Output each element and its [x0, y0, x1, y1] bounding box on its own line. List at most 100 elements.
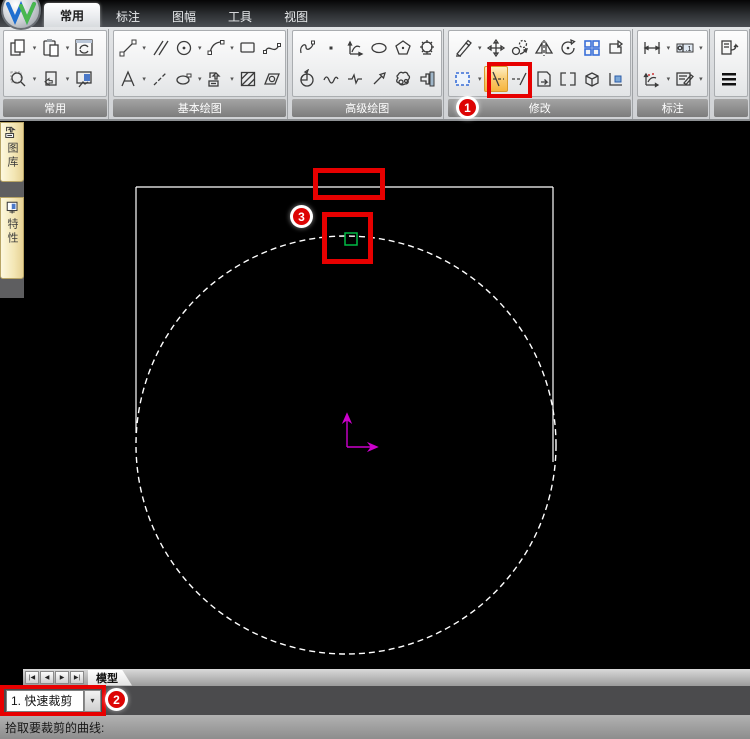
ribbon-tab-bar: 常用 标注 图幅 工具 视图 — [0, 0, 750, 30]
line-icon[interactable] — [116, 35, 139, 61]
chevron-down-icon[interactable]: ▾ — [30, 75, 39, 83]
highlight-box-rect-edge — [313, 168, 385, 200]
chevron-down-icon[interactable]: ▾ — [195, 75, 204, 83]
next-sheet-button[interactable]: ▶ — [55, 671, 69, 684]
shift-icon[interactable] — [532, 66, 556, 92]
group-partial — [713, 29, 750, 119]
polygon-icon[interactable] — [391, 35, 415, 61]
circle-icon[interactable] — [172, 35, 195, 61]
drawing-canvas[interactable]: 3 — [0, 121, 750, 670]
drawing-geometry — [135, 186, 557, 655]
hole-icon[interactable] — [415, 66, 439, 92]
curve-icon[interactable] — [295, 35, 319, 61]
command-prompt-text: 拾取要裁剪的曲线: — [5, 720, 105, 735]
prev-sheet-button[interactable]: ◀ — [40, 671, 54, 684]
line-width-icon[interactable] — [717, 66, 741, 92]
arc-icon[interactable] — [204, 35, 227, 61]
rotate-icon[interactable] — [556, 35, 580, 61]
chevron-down-icon[interactable]: ▾ — [140, 44, 149, 52]
pan-icon[interactable] — [39, 66, 63, 92]
section-icon[interactable] — [260, 66, 283, 92]
sidebar-tab-properties-label: 特性 — [6, 218, 18, 246]
chevron-down-icon[interactable]: ▾ — [228, 75, 237, 83]
point-icon[interactable] — [319, 35, 343, 61]
sheet-tab-bar: |◀ ◀ ▶ ▶| 模型 — [0, 669, 750, 686]
explode-icon[interactable] — [580, 66, 604, 92]
coordinate-icon[interactable] — [640, 66, 664, 92]
chevron-down-icon[interactable]: ▾ — [63, 44, 72, 52]
chevron-down-icon[interactable]: ▾ — [228, 44, 237, 52]
group-label-common: 常用 — [3, 99, 108, 117]
model-space-tab[interactable]: 模型 — [88, 670, 132, 686]
block-icon[interactable] — [204, 66, 227, 92]
doc-settings-icon[interactable] — [717, 35, 741, 61]
spline-icon[interactable] — [260, 35, 283, 61]
local-enlarge-icon[interactable] — [295, 66, 319, 92]
chevron-down-icon[interactable]: ▾ — [475, 75, 484, 83]
tab-view[interactable]: 视图 — [268, 5, 324, 27]
hatch-icon[interactable] — [236, 66, 259, 92]
chevron-down-icon[interactable]: ▾ — [664, 75, 673, 83]
tolerance-icon[interactable]: .1 — [673, 35, 697, 61]
contour-icon[interactable] — [391, 66, 415, 92]
ellipse-tool-icon[interactable] — [172, 66, 195, 92]
tab-annotation[interactable]: 标注 — [100, 5, 156, 27]
parallel-icon[interactable] — [149, 35, 172, 61]
callout-badge-3: 3 — [293, 208, 310, 225]
move-icon[interactable] — [484, 35, 508, 61]
display-icon[interactable] — [72, 66, 96, 92]
refresh-icon[interactable] — [72, 35, 96, 61]
gear-icon[interactable] — [415, 35, 439, 61]
sidebar-tab-library[interactable]: 图库 — [0, 122, 24, 182]
polyline-icon[interactable] — [343, 66, 367, 92]
chevron-down-icon[interactable]: ▾ — [696, 75, 705, 83]
text-edit-icon[interactable] — [673, 66, 697, 92]
group-label-advanced-draw: 高级绘图 — [292, 99, 443, 117]
chevron-down-icon[interactable]: ▾ — [696, 44, 705, 52]
text-icon[interactable] — [116, 66, 139, 92]
ribbon: ▾ ▾ ▾ ▾ 常用 ▾ ▾ ▾ ▾ ▾ ▾ 基本绘图 高级绘图 ▾ ▾ 修改 … — [0, 27, 750, 121]
group-label-dimension: 标注 — [637, 99, 709, 117]
chevron-down-icon[interactable]: ▾ — [664, 44, 673, 52]
command-combo-value[interactable]: 1. 快速裁剪 — [6, 689, 84, 712]
tab-sheet[interactable]: 图幅 — [156, 5, 212, 27]
stretch-icon[interactable] — [604, 35, 628, 61]
last-sheet-button[interactable]: ▶| — [70, 671, 84, 684]
arrow-icon[interactable] — [367, 66, 391, 92]
app-logo-icon[interactable] — [1, 0, 41, 30]
corner-icon[interactable] — [604, 66, 628, 92]
rotate-copy-icon[interactable] — [508, 35, 532, 61]
rectangle-icon[interactable] — [236, 35, 259, 61]
sheet-bar-gap — [0, 669, 23, 686]
copy-icon[interactable] — [6, 35, 30, 61]
callout-badge-2: 2 — [108, 691, 125, 708]
dimension-icon[interactable] — [640, 35, 664, 61]
ellipse-icon[interactable] — [367, 35, 391, 61]
select-icon[interactable] — [451, 66, 475, 92]
origin-axis-icon — [341, 412, 379, 453]
array-icon[interactable] — [580, 35, 604, 61]
command-combo[interactable]: 1. 快速裁剪 ▾ — [6, 689, 101, 712]
first-sheet-button[interactable]: |◀ — [25, 671, 39, 684]
tab-tools[interactable]: 工具 — [212, 5, 268, 27]
group-common: ▾ ▾ ▾ ▾ 常用 — [2, 29, 110, 119]
erase-icon[interactable] — [451, 35, 475, 61]
break-icon[interactable] — [556, 66, 580, 92]
axis-icon[interactable] — [343, 35, 367, 61]
paste-icon[interactable] — [39, 35, 63, 61]
wave-icon[interactable] — [319, 66, 343, 92]
sidebar-tab-properties[interactable]: 特性 — [0, 197, 24, 279]
tab-common[interactable]: 常用 — [44, 3, 101, 27]
chevron-down-icon[interactable]: ▾ — [195, 44, 204, 52]
chevron-down-icon[interactable]: ▾ — [30, 44, 39, 52]
chevron-down-icon[interactable]: ▾ — [475, 44, 484, 52]
sheet-nav: |◀ ◀ ▶ ▶| — [24, 671, 84, 684]
hatch-line-icon[interactable] — [149, 66, 172, 92]
chevron-down-icon[interactable]: ▾ — [63, 75, 72, 83]
status-bar: 拾取要裁剪的曲线: — [0, 715, 750, 739]
mirror-icon[interactable] — [532, 35, 556, 61]
chevron-down-icon[interactable]: ▾ — [140, 75, 149, 83]
zoom-icon[interactable] — [6, 66, 30, 92]
combo-dropdown-button[interactable]: ▾ — [84, 689, 101, 712]
group-advanced-draw: 高级绘图 — [291, 29, 445, 119]
